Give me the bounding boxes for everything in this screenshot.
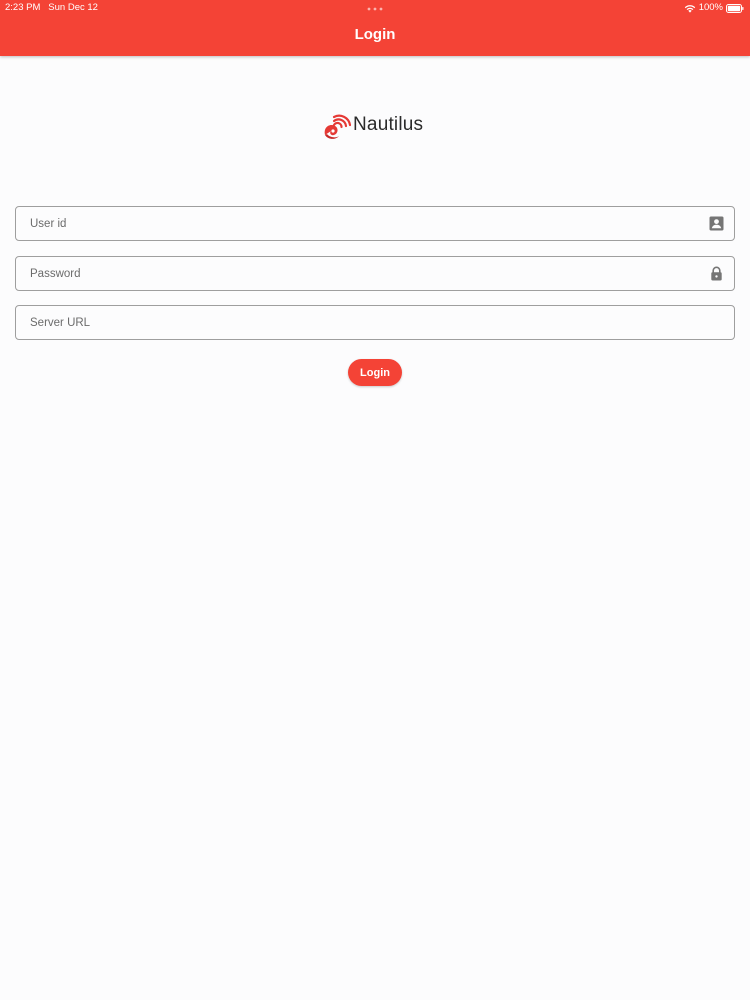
password-input[interactable] <box>16 257 690 290</box>
login-button[interactable]: Login <box>348 359 402 386</box>
user-id-input[interactable] <box>16 207 690 240</box>
nautilus-logo-icon <box>324 114 352 139</box>
lock-icon <box>711 266 722 281</box>
account-box-icon <box>709 216 724 231</box>
logo-text: Nautilus <box>353 114 424 135</box>
app-bar: 2:23 PM Sun Dec 12 100% Login <box>0 0 750 56</box>
wifi-icon <box>684 4 695 13</box>
password-field[interactable] <box>15 256 735 291</box>
battery-icon <box>726 3 744 13</box>
status-time-date: 2:23 PM Sun Dec 12 <box>5 2 98 13</box>
server-url-input[interactable] <box>16 306 690 339</box>
user-id-field[interactable] <box>15 206 735 241</box>
multitasking-dots-icon[interactable] <box>367 7 383 11</box>
status-indicators: 100% <box>684 2 744 14</box>
server-url-field[interactable] <box>15 305 735 340</box>
page-title: Login <box>354 26 396 43</box>
battery-percentage: 100% <box>698 2 723 13</box>
app-logo: Nautilus <box>322 108 423 142</box>
